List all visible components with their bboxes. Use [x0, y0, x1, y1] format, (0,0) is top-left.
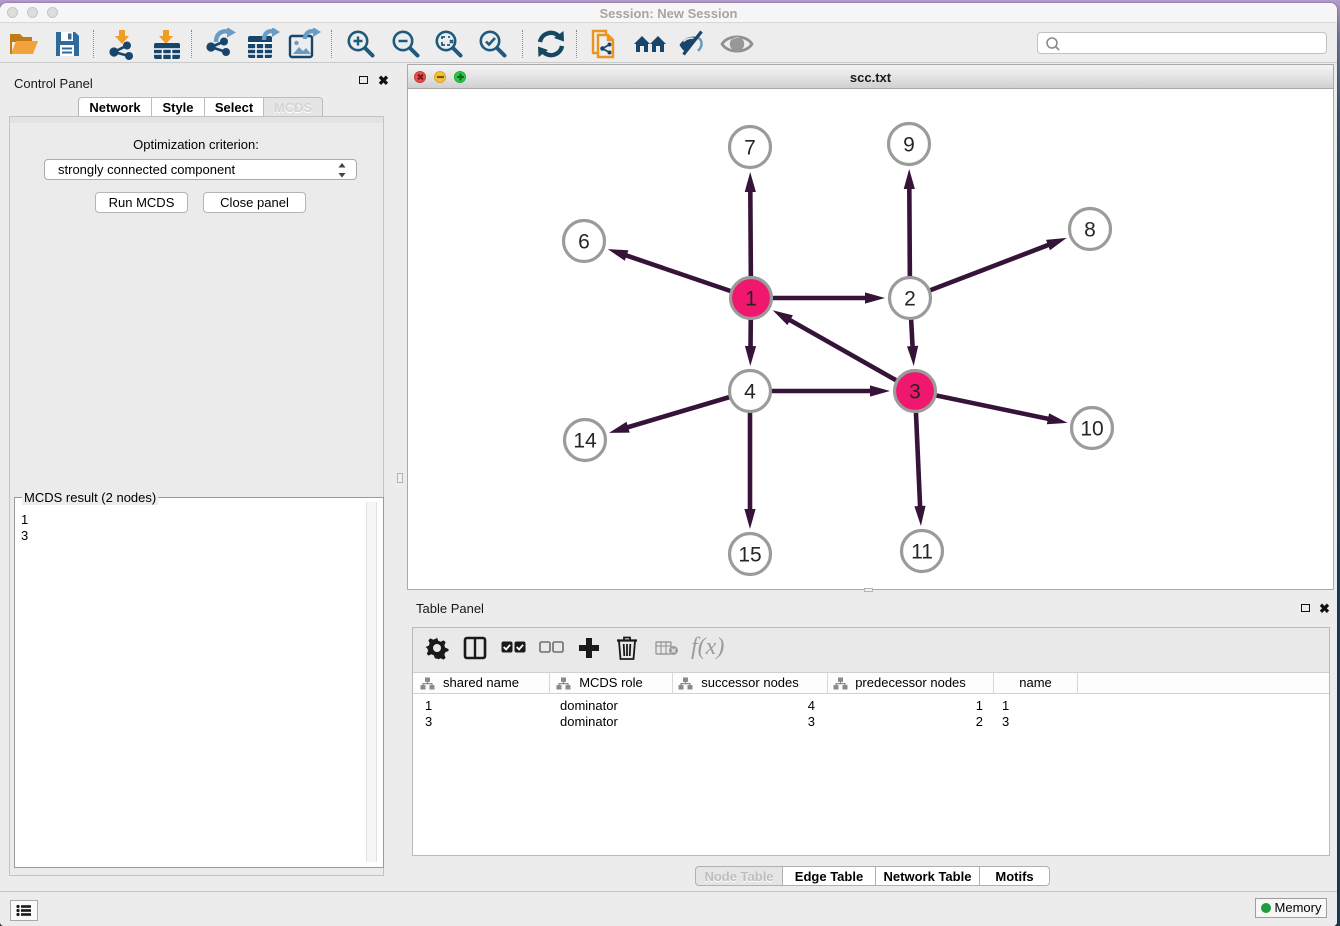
- svg-text:6: 6: [578, 231, 590, 254]
- svg-text:8: 8: [1084, 219, 1096, 242]
- svg-text:15: 15: [738, 544, 761, 567]
- svg-text:2: 2: [904, 288, 916, 311]
- svg-text:14: 14: [573, 430, 597, 453]
- svg-text:4: 4: [744, 381, 756, 404]
- svg-text:7: 7: [744, 137, 756, 160]
- svg-text:10: 10: [1080, 418, 1103, 441]
- svg-text:1: 1: [745, 288, 757, 311]
- svg-text:3: 3: [909, 381, 921, 404]
- svg-text:11: 11: [911, 541, 933, 564]
- svg-text:9: 9: [903, 134, 915, 157]
